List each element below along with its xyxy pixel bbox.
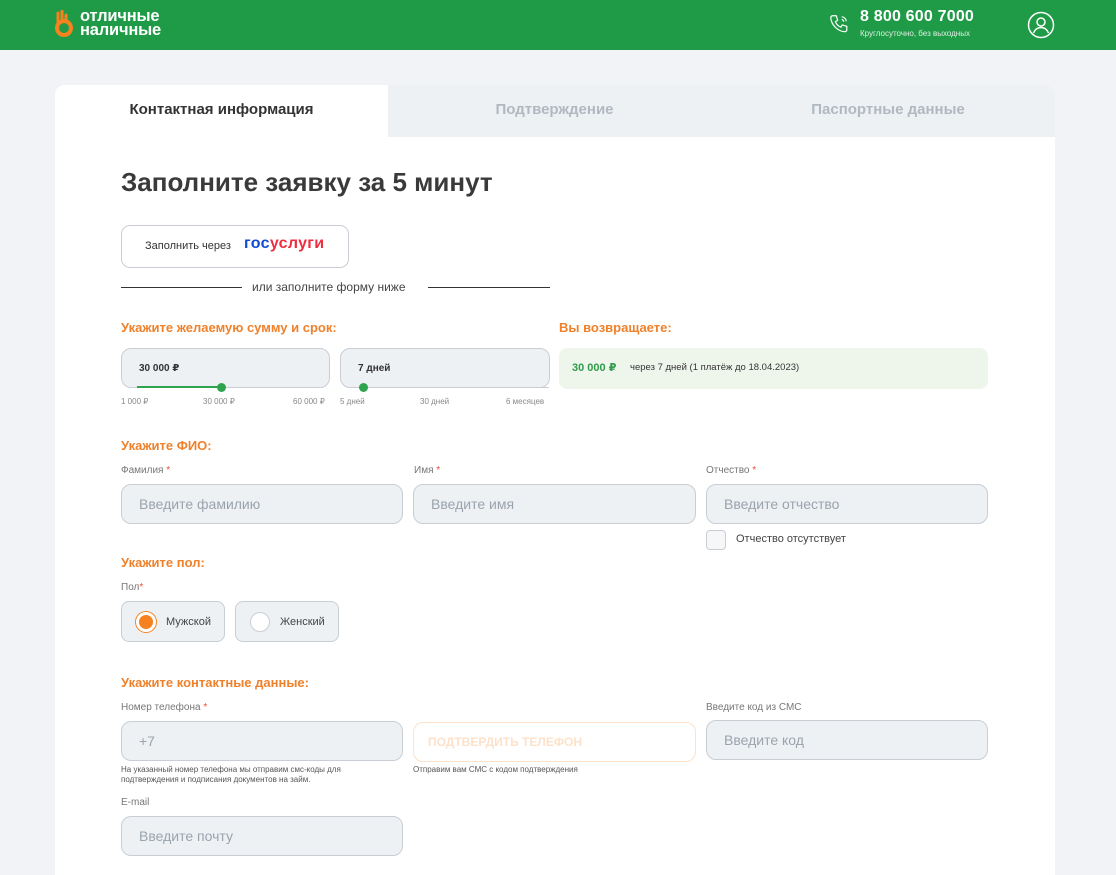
divider-left xyxy=(121,287,242,288)
no-middlename-label[interactable]: Отчество отсутствует xyxy=(736,533,846,545)
firstname-input[interactable]: Введите имя xyxy=(413,484,696,524)
gosuslugi-prefix: Заполнить через xyxy=(145,240,231,252)
phone-input[interactable]: +7 xyxy=(121,721,403,761)
fio-section-title: Укажите ФИО: xyxy=(121,438,212,453)
term-tick-max: 6 месяцев xyxy=(506,397,545,406)
hotline-phone[interactable]: 8 800 600 7000 xyxy=(860,8,974,26)
brand-name: отличные наличные xyxy=(80,7,161,39)
lastname-input[interactable]: Введите фамилию xyxy=(121,484,403,524)
phone-hint: На указанный номер телефона мы отправим … xyxy=(121,765,341,784)
email-label: E-mail xyxy=(121,797,150,808)
gender-male-label: Мужской xyxy=(166,616,211,628)
ok-hand-logo-icon xyxy=(55,10,73,37)
step-tabs: Контактная информация Подтверждение Пасп… xyxy=(55,85,1055,137)
top-header: отличные наличные 8 800 600 7000 Круглос… xyxy=(0,0,1116,50)
term-slider-handle[interactable] xyxy=(359,383,368,392)
tab-passport-data[interactable]: Паспортные данные xyxy=(721,85,1055,137)
amount-tick-mid: 30 000 ₽ xyxy=(203,397,235,406)
tab-contact-info[interactable]: Контактная информация xyxy=(55,85,388,137)
radio-unselected-icon xyxy=(250,612,270,632)
gender-male-option[interactable]: Мужской xyxy=(121,601,225,642)
return-note: через 7 дней (1 платёж до 18.04.2023) xyxy=(630,362,800,373)
term-track[interactable] xyxy=(359,383,549,392)
confirm-phone-button[interactable]: ПОДТВЕРДИТЬ ТЕЛЕФОН xyxy=(413,722,696,762)
gosuslugi-logo: госуслуги xyxy=(244,235,325,252)
term-tick-min: 5 дней xyxy=(340,397,365,406)
or-fill-below: или заполните форму ниже xyxy=(252,280,406,294)
divider-right xyxy=(428,287,550,288)
return-section-title: Вы возвращаете: xyxy=(559,320,672,335)
confirm-hint: Отправим вам СМС с кодом подтверждения xyxy=(413,765,578,774)
phone-icon[interactable] xyxy=(828,13,850,35)
amount-tick-min: 1 000 ₽ xyxy=(121,397,149,406)
term-tick-mid: 30 дней xyxy=(420,397,450,406)
lastname-label: Фамилия * xyxy=(121,465,171,476)
no-middlename-checkbox[interactable] xyxy=(706,530,726,550)
email-input[interactable]: Введите почту xyxy=(121,816,403,856)
sms-code-input[interactable]: Введите код xyxy=(706,720,988,760)
amount-tick-max: 60 000 ₽ xyxy=(293,397,325,406)
firstname-label: Имя * xyxy=(414,465,441,476)
amount-value: 30 000 ₽ xyxy=(139,363,180,374)
amount-section-title: Укажите желаемую сумму и срок: xyxy=(121,320,337,335)
phone-label: Номер телефона * xyxy=(121,702,208,713)
radio-selected-icon xyxy=(136,612,156,632)
amount-slider[interactable]: 30 000 ₽ xyxy=(121,348,330,392)
user-account-icon[interactable] xyxy=(1027,11,1055,39)
amount-track[interactable] xyxy=(137,383,315,392)
hotline-hours: Круглосуточно, без выходных xyxy=(860,29,970,38)
middlename-label: Отчество * xyxy=(706,465,757,476)
gender-female-option[interactable]: Женский xyxy=(235,601,339,642)
gender-label: Пол* xyxy=(121,582,144,593)
return-summary: 30 000 ₽ через 7 дней (1 платёж до 18.04… xyxy=(559,348,988,389)
sms-code-label: Введите код из СМС xyxy=(706,702,802,713)
contact-section-title: Укажите контактные данные: xyxy=(121,675,309,690)
tab-confirmation[interactable]: Подтверждение xyxy=(388,85,721,137)
amount-slider-handle[interactable] xyxy=(216,383,226,392)
gender-section-title: Укажите пол: xyxy=(121,555,205,570)
brand-logo[interactable]: отличные наличные xyxy=(54,7,184,41)
amount-track-fill xyxy=(137,386,221,388)
term-slider[interactable]: 7 дней xyxy=(340,348,550,392)
application-card: Контактная информация Подтверждение Пасп… xyxy=(55,85,1055,875)
term-value: 7 дней xyxy=(358,363,391,374)
return-sum: 30 000 ₽ xyxy=(572,362,617,374)
gender-female-label: Женский xyxy=(280,616,325,628)
gosuslugi-button[interactable]: Заполнить через госуслуги xyxy=(121,225,349,268)
page-title: Заполните заявку за 5 минут xyxy=(121,167,493,197)
middlename-input[interactable]: Введите отчество xyxy=(706,484,988,524)
